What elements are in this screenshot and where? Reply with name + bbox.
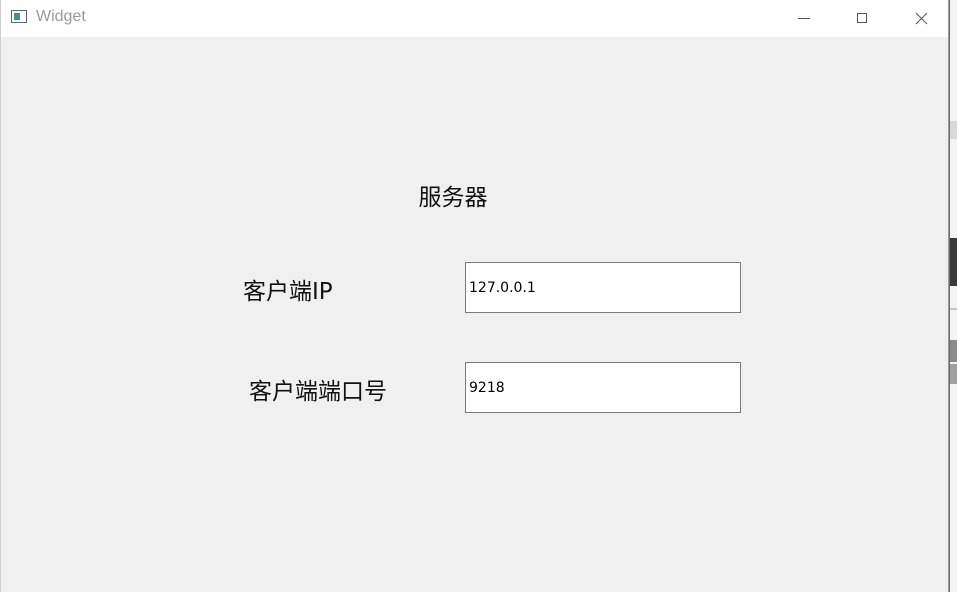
client-port-label: 客户端端口号 — [249, 379, 387, 405]
window-title: Widget — [36, 8, 86, 25]
client-port-input[interactable] — [465, 362, 741, 413]
minimize-icon — [798, 17, 810, 19]
title-bar[interactable]: Widget — [1, 0, 948, 37]
widget-window: Widget 服务器 客户端IP 客户端端口号 — [0, 0, 949, 592]
close-icon — [915, 12, 927, 24]
client-ip-input[interactable] — [465, 262, 741, 313]
server-heading: 服务器 — [418, 185, 488, 211]
minimize-button[interactable] — [781, 0, 827, 36]
client-ip-label: 客户端IP — [243, 279, 333, 305]
maximize-button[interactable] — [839, 0, 885, 36]
maximize-icon — [857, 13, 867, 23]
close-button[interactable] — [898, 0, 944, 36]
app-window-icon — [11, 10, 27, 23]
desktop-background — [950, 0, 957, 592]
